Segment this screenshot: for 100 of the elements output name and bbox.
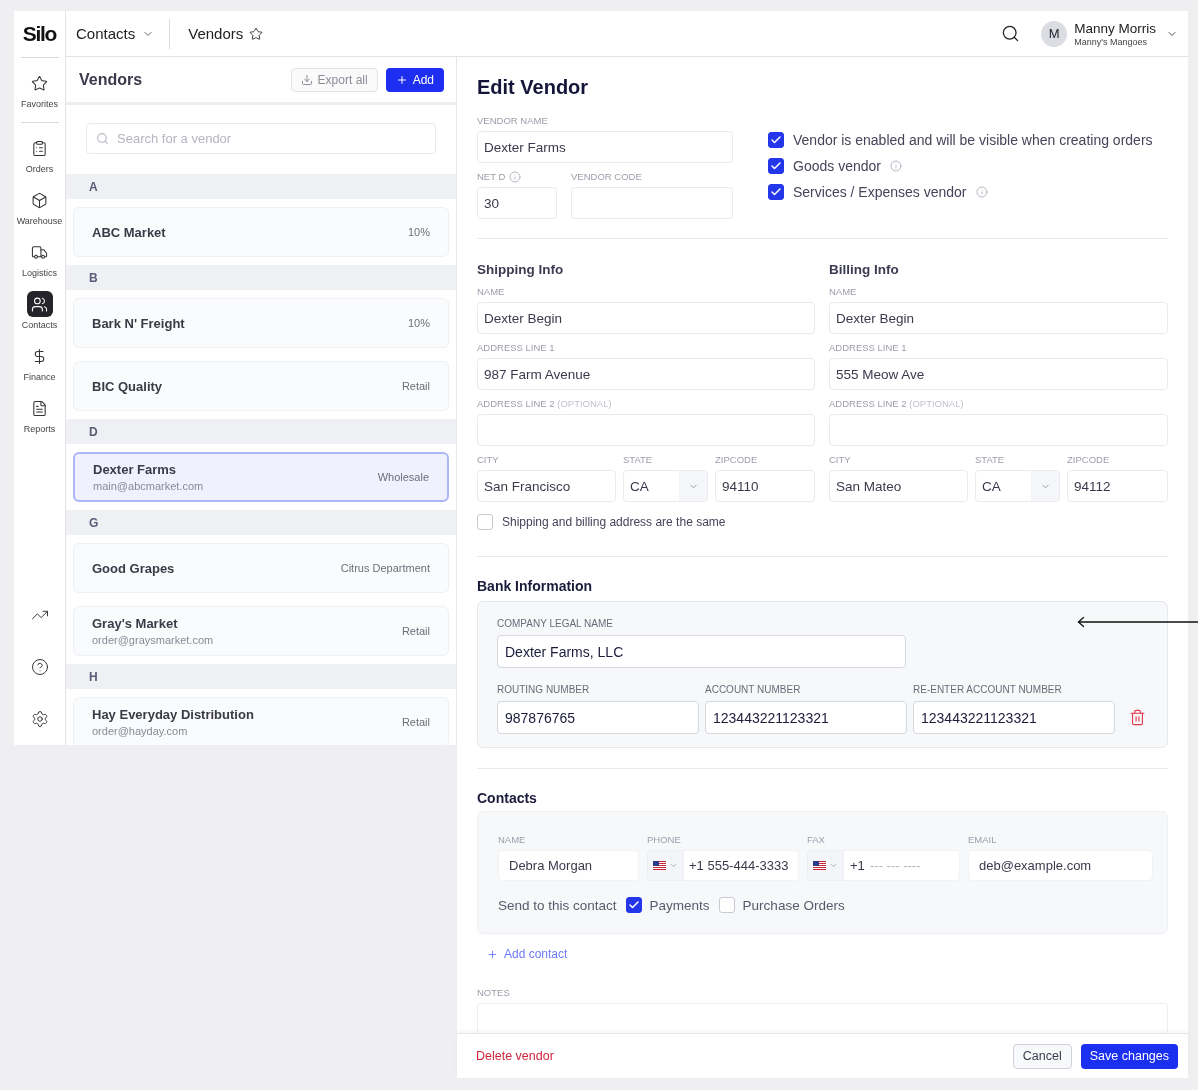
section-heading: Shipping Info <box>477 261 565 279</box>
name-input[interactable]: Dexter Begin <box>829 302 1168 334</box>
dial-code: +1 <box>850 858 865 873</box>
state-select[interactable]: CA <box>623 470 708 502</box>
page-title: Vendors <box>188 25 244 42</box>
field-label: NET D <box>477 171 506 183</box>
checkmark-icon <box>770 186 782 198</box>
vendor-name: Dexter Farms <box>93 462 178 477</box>
add-contact-link[interactable]: Add contact <box>477 946 568 962</box>
search-field[interactable]: Search for a vendor <box>86 123 436 154</box>
vendor-tag: 10% <box>407 317 430 329</box>
star-icon <box>31 74 48 92</box>
logo[interactable]: Silo <box>22 11 57 57</box>
account-number-input[interactable]: 987876765 <box>497 701 699 734</box>
checkbox[interactable] <box>768 132 784 148</box>
field-label: FAX <box>807 834 825 846</box>
checkbox[interactable] <box>768 158 784 174</box>
add-button[interactable]: Add <box>385 67 444 92</box>
address-input[interactable]: 987 Farm Avenue <box>477 358 815 390</box>
vendor-name: Gray's Market <box>92 616 179 631</box>
vendor-email: order@graysmarket.com <box>92 634 214 646</box>
zipcode-input[interactable]: 94112 <box>1067 470 1168 502</box>
net-days-input[interactable]: 30 <box>477 187 557 219</box>
field-label: COMPANY LEGAL NAME <box>497 618 613 630</box>
email-input[interactable]: deb@example.com <box>968 850 1153 881</box>
chevron-down-icon <box>679 471 707 501</box>
vendor-name: Bark N' Freight <box>92 315 185 331</box>
notes-field[interactable] <box>477 1003 1168 1033</box>
state-select[interactable]: CA <box>975 470 1060 502</box>
vendor-card[interactable]: Bark N' Freight 10% <box>73 298 449 348</box>
help-icon[interactable] <box>30 658 49 676</box>
vendor-name-input[interactable]: Dexter Farms <box>477 131 733 163</box>
city-input[interactable]: San Mateo <box>829 470 968 502</box>
vendor-card[interactable]: BIC Quality Retail <box>73 361 449 411</box>
settings-icon[interactable] <box>30 710 49 728</box>
vendor-card[interactable]: Hay Everyday Distribution order@hayday.com Retail <box>73 697 449 745</box>
vendor-tag: Retail <box>401 716 430 728</box>
group-header: D <box>66 419 456 444</box>
star-icon[interactable] <box>249 26 264 41</box>
name-input[interactable]: Debra Morgan <box>498 850 639 881</box>
nav-item[interactable]: Contacts <box>13 291 66 343</box>
section-dropdown[interactable]: Contacts <box>76 25 155 42</box>
group-header: B <box>66 265 456 290</box>
flag-icon <box>652 861 666 870</box>
vendor-tag: Retail <box>401 380 430 392</box>
city-input[interactable]: San Francisco <box>477 470 616 502</box>
delete-vendor-link[interactable]: Delete vendor <box>476 1049 554 1063</box>
address-input[interactable]: 555 Meow Ave <box>829 358 1168 390</box>
document-icon <box>31 399 48 417</box>
field-label: STATE <box>623 454 653 466</box>
vendor-card[interactable]: ABC Market 10% <box>73 207 449 257</box>
field-label: ADDRESS LINE 2 (OPTIONAL) <box>829 398 964 410</box>
checkbox[interactable] <box>625 897 642 913</box>
checkmark-icon <box>770 134 782 146</box>
field-label: ADDRESS LINE 2 (OPTIONAL) <box>477 398 612 410</box>
field-label: ZIPCODE <box>715 454 758 466</box>
vendor-name: Good Grapes <box>92 560 175 576</box>
checkbox-label: Services / Expenses vendor <box>793 184 967 200</box>
field-label: NOTES <box>477 987 510 999</box>
checkbox[interactable] <box>768 184 784 200</box>
vendor-tag: Retail <box>401 625 430 637</box>
group-header: G <box>66 510 456 535</box>
phone-input[interactable]: +1 555-444-3333 <box>683 850 799 881</box>
nav-item[interactable]: Favorites <box>13 70 66 122</box>
nav-item[interactable]: Warehouse <box>13 187 66 239</box>
field-label: ROUTING NUMBER <box>497 684 590 696</box>
nav-item[interactable]: Finance <box>13 343 66 395</box>
account-number-input[interactable]: 123443221123321 <box>913 701 1115 734</box>
save-button[interactable]: Save changes <box>1080 1043 1178 1069</box>
field-label: ZIPCODE <box>1067 454 1110 466</box>
chevron-down-icon <box>828 861 838 870</box>
vendor-tag: Citrus Department <box>340 562 430 574</box>
country-select[interactable] <box>807 850 843 881</box>
vendor-card[interactable]: Good Grapes Citrus Department <box>73 543 449 593</box>
send-to-label: Send to this contact <box>498 897 617 913</box>
avatar[interactable]: M <box>1041 20 1068 47</box>
section-heading: Billing Info <box>829 261 900 279</box>
trash-icon[interactable] <box>1129 709 1146 726</box>
section-heading: Bank Information <box>477 577 594 595</box>
cancel-button[interactable]: Cancel <box>1012 1043 1072 1069</box>
search-icon[interactable] <box>1001 24 1021 43</box>
name-input[interactable]: Dexter Begin <box>477 302 815 334</box>
nav-item[interactable]: Logistics <box>13 239 66 291</box>
account-number-input[interactable]: 123443221123321 <box>705 701 907 734</box>
country-select[interactable] <box>647 850 683 881</box>
vendor-card[interactable]: Gray's Market order@graysmarket.com Retail <box>73 606 449 656</box>
field-label: NAME <box>477 286 505 298</box>
field-label: CITY <box>829 454 851 466</box>
field-label: VENDOR NAME <box>477 115 548 127</box>
nav-item[interactable]: Orders <box>13 135 66 187</box>
people-icon <box>26 291 53 317</box>
company-name: Manny's Mangoes <box>1074 36 1148 47</box>
plus-icon <box>395 73 408 86</box>
company-name-input[interactable]: Dexter Farms, LLC <box>497 635 906 668</box>
group-header: A <box>66 174 456 199</box>
vendor-card[interactable]: Dexter Farms main@abcmarket.com Wholesale <box>73 452 449 502</box>
download-icon <box>300 73 313 86</box>
zipcode-input[interactable]: 94110 <box>715 470 815 502</box>
field-label: STATE <box>975 454 1005 466</box>
nav-item[interactable]: Reports <box>13 395 66 447</box>
